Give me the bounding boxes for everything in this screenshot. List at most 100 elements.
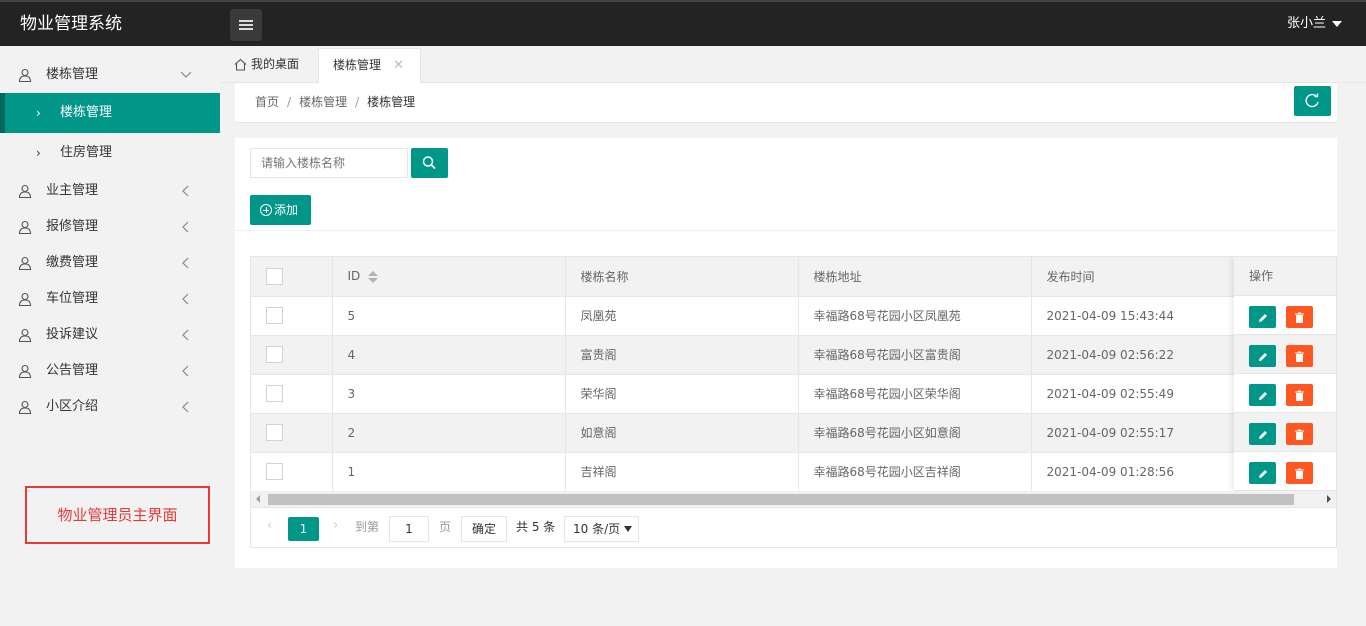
scrollbar-thumb[interactable] (268, 494, 1294, 505)
add-button[interactable]: 添加 (250, 195, 311, 225)
next-page-icon[interactable]: › (333, 518, 338, 533)
edit-icon (1259, 314, 1267, 322)
horizontal-scrollbar[interactable] (251, 491, 1336, 508)
sidebar-item-label: 业主管理 (46, 183, 99, 198)
trash-icon (1295, 390, 1304, 401)
page-unit-label: 页 (439, 520, 452, 534)
cell-id: 1 (332, 452, 566, 492)
page-size-value: 10 条/页 (573, 522, 621, 536)
goto-confirm-button[interactable]: 确定 (461, 516, 507, 542)
row-checkbox[interactable] (266, 346, 283, 363)
refresh-icon (1305, 93, 1319, 108)
sort-icon[interactable] (368, 270, 379, 283)
chevron-left-icon (182, 329, 189, 341)
sidebar-subitem-housing-manage[interactable]: › 住房管理 (0, 133, 220, 173)
cell-name: 吉祥阁 (565, 452, 799, 492)
breadcrumb-separator: / (287, 95, 292, 109)
menu-toggle-button[interactable] (230, 9, 262, 41)
row-checkbox[interactable] (266, 463, 283, 480)
delete-button[interactable] (1286, 462, 1313, 484)
sidebar-item-label: 小区介绍 (46, 399, 99, 414)
sidebar-subitem-building-manage[interactable]: › 楼栋管理 (0, 93, 220, 133)
sidebar-item-parking[interactable]: 车位管理 (0, 281, 220, 317)
edit-button[interactable] (1249, 423, 1276, 445)
cell-address: 幸福路68号花园小区富贵阁 (798, 335, 1032, 375)
sidebar: 楼栋管理 › 楼栋管理 › 住房管理 业主管理 报修管理 缴费管理 车位管理 投… (0, 46, 220, 626)
search-input[interactable] (250, 148, 408, 178)
table-row: 2 如意阁 幸福路68号花园小区如意阁 2021-04-09 02:55:17 (251, 413, 1336, 453)
caret-down-icon (1332, 20, 1342, 27)
user-icon (18, 256, 32, 270)
edit-icon (1259, 392, 1267, 400)
chevron-down-icon (180, 71, 192, 78)
app-title: 物业管理系统 (20, 14, 122, 34)
cell-id: 5 (332, 296, 566, 336)
breadcrumb-parent[interactable]: 楼栋管理 (299, 95, 347, 109)
row-actions (1234, 374, 1336, 413)
row-checkbox[interactable] (266, 307, 283, 324)
chevron-left-icon (182, 221, 189, 233)
sidebar-item-complaint[interactable]: 投诉建议 (0, 317, 220, 353)
search-button[interactable] (411, 148, 448, 178)
scroll-left-icon[interactable] (256, 495, 260, 503)
scroll-right-icon[interactable] (1327, 495, 1331, 503)
refresh-button[interactable] (1294, 86, 1331, 116)
sidebar-subitem-label: 楼栋管理 (60, 105, 113, 120)
user-icon (18, 292, 32, 306)
divider (235, 230, 1337, 231)
row-checkbox-cell (251, 296, 333, 336)
delete-button[interactable] (1286, 345, 1313, 367)
table-row: 4 富贵阁 幸福路68号花园小区富贵阁 2021-04-09 02:56:22 (251, 335, 1336, 375)
cell-name: 荣华阁 (565, 374, 799, 414)
tab-building-manage[interactable]: 楼栋管理 ✕ (318, 48, 421, 83)
close-icon[interactable]: ✕ (393, 49, 404, 82)
user-menu[interactable]: 张小兰 (1287, 2, 1342, 46)
chevron-left-icon (182, 257, 189, 269)
user-icon (18, 220, 32, 234)
sidebar-item-owner[interactable]: 业主管理 (0, 173, 220, 209)
user-icon (18, 184, 32, 198)
building-table: ID 楼栋名称 楼栋地址 发布时间 5 凤凰苑 幸福路68号花园小区凤凰苑 20… (250, 256, 1337, 548)
tab-label: 我的桌面 (251, 57, 300, 71)
column-header-address: 楼栋地址 (798, 257, 1032, 297)
user-icon (18, 328, 32, 342)
tab-home[interactable]: 我的桌面 (234, 48, 299, 83)
table-row: 3 荣华阁 幸福路68号花园小区荣华阁 2021-04-09 02:55:49 (251, 374, 1336, 414)
cell-id: 4 (332, 335, 566, 375)
sidebar-item-community[interactable]: 小区介绍 (0, 389, 220, 425)
cell-time: 2021-04-09 02:55:49 (1031, 374, 1237, 414)
trash-icon (1295, 312, 1304, 323)
row-checkbox-cell (251, 452, 333, 492)
edit-button[interactable] (1249, 462, 1276, 484)
prev-page-icon[interactable]: ‹ (267, 518, 272, 533)
row-checkbox-cell (251, 335, 333, 375)
edit-button[interactable] (1249, 306, 1276, 328)
breadcrumb-home[interactable]: 首页 (255, 95, 279, 109)
select-all-checkbox[interactable] (266, 267, 283, 285)
cell-name: 凤凰苑 (565, 296, 799, 336)
edit-button[interactable] (1249, 345, 1276, 367)
edit-icon (1259, 353, 1267, 361)
sidebar-item-repair[interactable]: 报修管理 (0, 209, 220, 245)
sidebar-item-building[interactable]: 楼栋管理 (0, 57, 220, 93)
delete-button[interactable] (1286, 423, 1313, 445)
sidebar-item-payment[interactable]: 缴费管理 (0, 245, 220, 281)
delete-button[interactable] (1286, 306, 1313, 328)
chevron-left-icon (182, 401, 189, 413)
sidebar-item-label: 车位管理 (46, 291, 99, 306)
delete-button[interactable] (1286, 384, 1313, 406)
chevron-right-icon: › (36, 106, 41, 120)
user-icon (18, 400, 32, 414)
row-checkbox-cell (251, 413, 333, 453)
breadcrumb-separator: / (355, 95, 360, 109)
page-button-current[interactable]: 1 (288, 517, 319, 541)
cell-time: 2021-04-09 15:43:44 (1031, 296, 1237, 336)
row-checkbox[interactable] (266, 424, 283, 441)
sidebar-item-notice[interactable]: 公告管理 (0, 353, 220, 389)
sidebar-item-label: 公告管理 (46, 363, 99, 378)
edit-button[interactable] (1249, 384, 1276, 406)
column-header-id[interactable]: ID (332, 257, 566, 297)
row-checkbox[interactable] (266, 385, 283, 402)
goto-page-input[interactable] (389, 516, 429, 542)
page-size-select[interactable]: 10 条/页 (564, 516, 639, 542)
